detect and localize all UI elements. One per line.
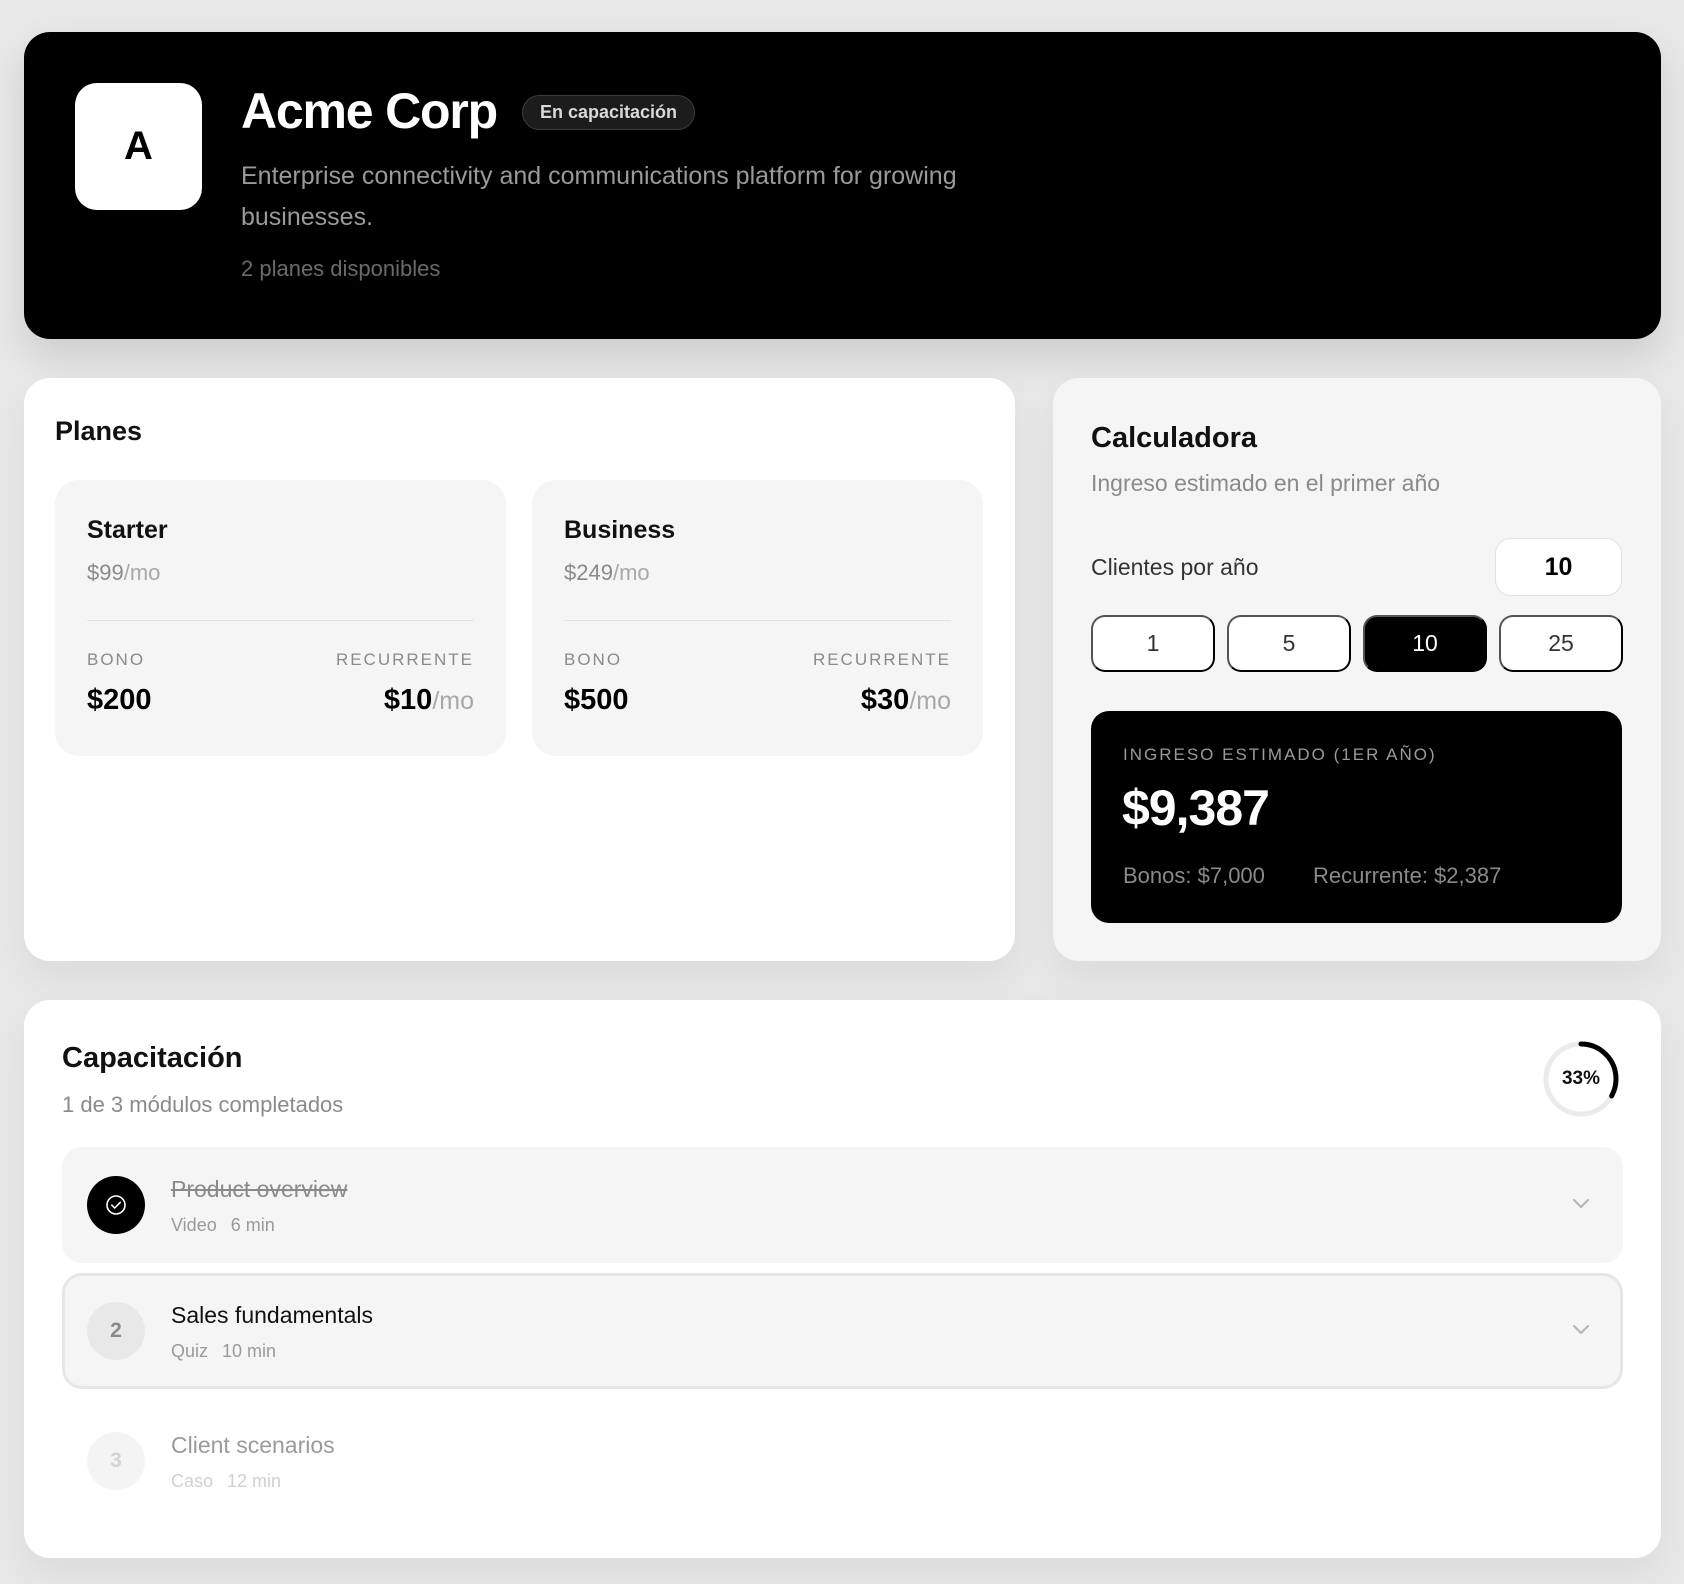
plan-name: Business: [564, 516, 676, 544]
estimated-income-panel: INGRESO ESTIMADO (1ER AÑO) $9,387 Bonos:…: [1091, 711, 1622, 923]
divider: [87, 620, 474, 621]
recurrente-label: RECURRENTE: [335, 650, 474, 669]
module-item-client-scenarios: 3 Client scenarios Caso 12 min: [62, 1403, 1623, 1519]
chevron-down-icon[interactable]: [1569, 1317, 1593, 1341]
plan-name: Starter: [87, 516, 168, 544]
module-meta: Quiz 10 min: [171, 1341, 277, 1361]
clients-label: Clientes por año: [1091, 554, 1259, 580]
module-name: Sales fundamentals: [171, 1302, 374, 1328]
bono-label: BONO: [564, 650, 623, 669]
plan-price: $99/mo: [87, 560, 161, 585]
clients-input[interactable]: 10: [1495, 538, 1622, 596]
estimated-income-label: INGRESO ESTIMADO (1ER AÑO): [1123, 745, 1437, 764]
plans-count: 2 planes disponibles: [241, 256, 441, 281]
company-description: Enterprise connectivity and communicatio…: [241, 162, 957, 231]
recurrente-value: $30/mo: [860, 684, 951, 716]
plan-card-starter[interactable]: Starter $99/mo BONO RECURRENTE $200 $10/…: [55, 480, 506, 756]
plans-title: Planes: [55, 416, 143, 446]
bono-label: BONO: [87, 650, 146, 669]
check-circle-icon: [87, 1176, 145, 1234]
module-item-sales-fundamentals[interactable]: 2 Sales fundamentals Quiz 10 min: [62, 1273, 1623, 1389]
calculator-title: Calculadora: [1091, 422, 1257, 454]
bono-value: $200: [87, 684, 152, 716]
training-title: Capacitación: [62, 1042, 243, 1074]
clients-option-5[interactable]: 5: [1227, 615, 1351, 672]
training-section: Capacitación 1 de 3 módulos completados …: [24, 1000, 1661, 1558]
recurrente-value: $10/mo: [383, 684, 474, 716]
clients-option-1[interactable]: 1: [1091, 615, 1215, 672]
chevron-down-icon[interactable]: [1569, 1191, 1593, 1215]
company-logo: A: [75, 83, 202, 210]
company-name: Acme Corp: [241, 83, 498, 139]
estimated-income-value: $9,387: [1122, 780, 1270, 836]
status-badge: En capacitación: [522, 95, 696, 130]
calculator-section: Calculadora Ingreso estimado en el prime…: [1053, 378, 1661, 961]
recurrente-label: RECURRENTE: [812, 650, 951, 669]
module-name: Client scenarios: [171, 1432, 335, 1458]
module-number: 3: [87, 1432, 145, 1490]
progress-percent: 33%: [1561, 1068, 1601, 1089]
training-subtitle: 1 de 3 módulos completados: [62, 1092, 344, 1117]
recurrente-total: Recurrente: $2,387: [1313, 863, 1502, 888]
calculator-subtitle: Ingreso estimado en el primer año: [1091, 470, 1441, 496]
bonos-total: Bonos: $7,000: [1123, 863, 1265, 888]
bono-value: $500: [564, 684, 629, 716]
partner-program-page: A Acme Corp En capacitación Enterprise c…: [0, 0, 1684, 1584]
module-meta: Video 6 min: [171, 1215, 275, 1235]
plan-card-business[interactable]: Business $249/mo BONO RECURRENTE $500 $3…: [532, 480, 983, 756]
divider: [564, 620, 951, 621]
plan-price: $249/mo: [564, 560, 650, 585]
clients-option-10[interactable]: 10: [1363, 615, 1487, 672]
module-number: 2: [87, 1302, 145, 1360]
clients-option-25[interactable]: 25: [1499, 615, 1623, 672]
plans-section: Planes Starter $99/mo BONO RECURRENTE $2…: [24, 378, 1015, 961]
module-meta: Caso 12 min: [171, 1471, 282, 1491]
company-hero: A Acme Corp En capacitación Enterprise c…: [24, 32, 1661, 339]
module-item-product-overview[interactable]: Product overview Video 6 min: [62, 1147, 1623, 1263]
module-name: Product overview: [171, 1176, 348, 1202]
